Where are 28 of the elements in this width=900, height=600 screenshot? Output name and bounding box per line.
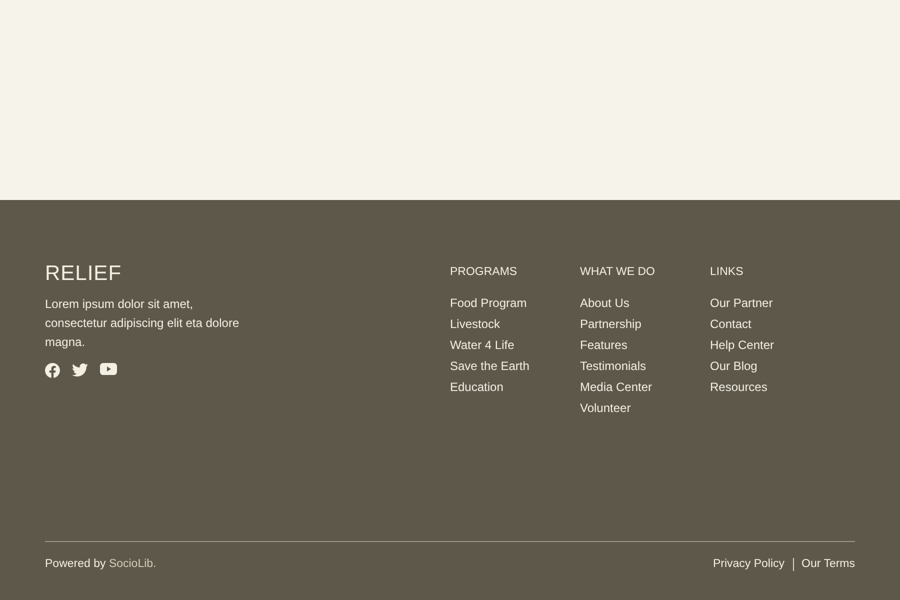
footer-link[interactable]: Media Center [580,377,652,398]
brand-logo[interactable]: RELIEF [45,263,450,285]
footer-link[interactable]: Help Center [710,335,774,356]
footer-link[interactable]: Food Program [450,293,527,314]
footer-link[interactable]: Resources [710,377,768,398]
youtube-icon[interactable] [100,363,117,375]
footer-link[interactable]: Our Partner [710,293,773,314]
footer-link[interactable]: Our Blog [710,356,758,377]
footer-link[interactable]: Partnership [580,314,642,335]
column-heading: LINKS [710,265,744,279]
footer-link[interactable]: Education [450,377,504,398]
legal-link[interactable]: Our Terms [802,556,855,572]
powered-by-text: Powered by SocioLib. [45,557,156,572]
footer-link[interactable]: About Us [580,293,630,314]
facebook-icon[interactable] [45,363,60,378]
sociolib-link[interactable]: SocioLib. [108,558,156,570]
footer-link[interactable]: Save the Earth [450,356,530,377]
footer-link[interactable]: Testimonials [580,356,646,377]
column-heading: PROGRAMS [450,265,518,279]
column-heading: WHAT WE DO [580,265,655,279]
twitter-icon[interactable] [72,363,88,377]
footer-link[interactable]: Volunteer [580,398,631,419]
footer-link[interactable]: Features [580,335,628,356]
footer-link[interactable]: Water 4 Life [450,335,514,356]
footer-link[interactable]: Contact [710,314,752,335]
legal-link[interactable]: Privacy Policy [712,556,785,572]
footer-link[interactable]: Livestock [450,314,500,335]
brand-description: Lorem ipsum dolor sit amet, consectetur adipiscing elit eta dolore magna. [45,296,240,351]
